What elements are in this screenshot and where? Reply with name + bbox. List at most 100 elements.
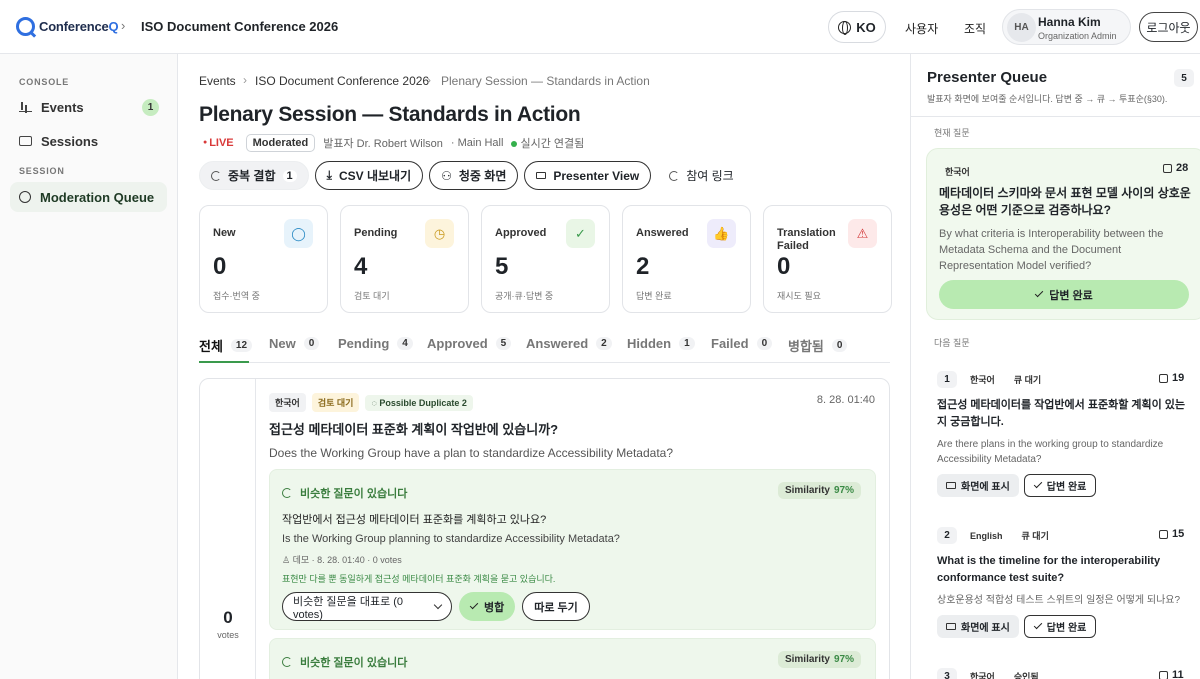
- logo[interactable]: ConferenceQ: [16, 17, 119, 36]
- chat-icon: ◯: [284, 219, 313, 248]
- language-tag: English: [970, 530, 1003, 541]
- keep-separate-button[interactable]: 따로 두기: [522, 592, 590, 621]
- tab-count: 0: [303, 337, 320, 350]
- tab-0[interactable]: 전체 12: [199, 336, 253, 355]
- presenter-name: 발표자 Dr. Robert Wilson: [323, 138, 443, 150]
- stat-card-approved[interactable]: Approved ✓ 5 공개·큐·답변 중: [481, 205, 610, 313]
- question-time: 8. 28. 01:40: [816, 394, 875, 406]
- duplicate-icon: [282, 488, 292, 498]
- status-tag: 승인됨: [1013, 672, 1039, 679]
- status-dot-icon: [511, 141, 518, 147]
- chevron-right-icon: ›: [243, 73, 247, 87]
- top-bar: ConferenceQ › ISO Document Conference 20…: [0, 0, 1200, 54]
- question-card[interactable]: 0 votes 한국어 검토 대기 ◌ Possible Duplicate 2…: [199, 378, 890, 679]
- tab-1[interactable]: New 0: [269, 336, 320, 351]
- language-button[interactable]: KO: [828, 11, 886, 43]
- vote-count: 0: [223, 608, 233, 627]
- tab-6[interactable]: Failed 0: [711, 336, 773, 351]
- thumbs-up-icon: 👍: [707, 219, 736, 248]
- tab-label: 전체: [199, 339, 223, 354]
- language-tag: 한국어: [945, 167, 970, 177]
- similar-heading: 비슷한 질문이 있습니다: [300, 657, 408, 669]
- stat-sub: 답변 완료: [636, 291, 672, 301]
- sidebar-section-session: SESSION: [19, 166, 65, 176]
- breadcrumb-events[interactable]: Events: [199, 74, 236, 88]
- tab-label: Answered: [526, 336, 589, 351]
- mode-badge: Moderated: [245, 134, 316, 152]
- thumbs-up-icon: [1159, 529, 1168, 539]
- language-tag: 한국어: [269, 393, 306, 412]
- sidebar-item-sessions[interactable]: Sessions: [10, 126, 167, 156]
- language-tag: 한국어: [970, 672, 995, 679]
- vote-label: votes: [217, 630, 239, 640]
- status-tag: 큐 대기: [1013, 375, 1042, 385]
- tab-label: 병합됨: [788, 339, 824, 354]
- stat-card-new[interactable]: New ◯ 0 접수·번역 중: [199, 205, 328, 313]
- show-on-screen-button[interactable]: 화면에 표시: [937, 474, 1019, 497]
- stat-value: 4: [354, 253, 368, 280]
- tab-4[interactable]: Answered 2: [526, 336, 612, 351]
- stat-sub: 공개·큐·답변 중: [495, 291, 554, 301]
- representative-select[interactable]: 비슷한 질문을 대표로 (0 votes): [282, 592, 452, 621]
- mark-answered-button[interactable]: 답변 완료: [1023, 474, 1097, 497]
- tab-count: 1: [679, 337, 695, 350]
- stat-label: Answered: [636, 227, 689, 239]
- user-menu[interactable]: HA Hanna Kim Organization Admin: [1002, 9, 1131, 45]
- join-link-button[interactable]: 참여 링크: [657, 161, 746, 190]
- current-question-card: 한국어 28 메타데이터 스키마와 문서 표현 모델 사이의 상호운용성은 어떤…: [926, 148, 1200, 320]
- monitor-icon: [946, 482, 956, 489]
- merge-button[interactable]: 병합: [459, 592, 516, 621]
- monitor-icon: [946, 623, 956, 630]
- question-text-ko: 접근성 메타데이터 표준화 계획이 작업반에 있습니까?: [269, 422, 559, 437]
- conference-title[interactable]: ISO Document Conference 2026: [141, 19, 338, 34]
- stat-value: 0: [777, 253, 791, 280]
- monitor-icon: [536, 172, 547, 179]
- like-count: 28: [1163, 162, 1188, 174]
- nav-organization[interactable]: 조직: [964, 20, 986, 37]
- chevron-right-icon: ›: [121, 18, 126, 33]
- download-icon: ⤓: [326, 168, 332, 182]
- stat-card-answered[interactable]: Answered 👍 2 답변 완료: [622, 205, 751, 313]
- nav-users[interactable]: 사용자: [905, 20, 938, 37]
- mark-answered-button[interactable]: 답변 완료: [1023, 615, 1097, 638]
- tab-count: 0: [756, 337, 773, 350]
- thumbs-up-icon: [1159, 373, 1168, 383]
- sidebar-section-console: CONSOLE: [19, 77, 70, 87]
- queue-item-subtitle: 상호운용성 적합성 테스트 스위트의 일정은 어떻게 되나요?: [937, 595, 1181, 606]
- tab-label: Hidden: [627, 336, 672, 351]
- breadcrumb-conference[interactable]: ISO Document Conference 2026: [255, 74, 429, 88]
- stat-label: Approved: [495, 227, 547, 239]
- similar-heading: 비슷한 질문이 있습니다: [300, 488, 408, 500]
- logout-button[interactable]: 로그아웃: [1139, 12, 1198, 42]
- queue-item-subtitle: Are there plans in the working group to …: [937, 439, 1164, 465]
- link-icon: [669, 170, 680, 181]
- stat-label: New: [213, 227, 236, 239]
- sidebar-item-events[interactable]: Events 1: [10, 92, 167, 122]
- tab-3[interactable]: Approved 5: [427, 336, 512, 351]
- chevron-down-icon: [433, 600, 443, 610]
- queue-item: 3 한국어 승인됨 11: [937, 667, 1189, 679]
- audience-screen-button[interactable]: ⚇ 청중 화면: [429, 161, 519, 190]
- sidebar: CONSOLE Events 1 Sessions SESSION Modera…: [0, 54, 178, 679]
- show-on-screen-button[interactable]: 화면에 표시: [937, 615, 1019, 638]
- similar-question-panel-2: 비슷한 질문이 있습니다 Similarity 97%: [269, 638, 876, 679]
- tab-count: 5: [495, 337, 512, 350]
- stat-card-translation-failed[interactable]: Translation Failed ⚠ 0 재시도 필요: [763, 205, 892, 313]
- queue-item-title: 접근성 메타데이터를 작업반에서 표준화할 계획이 있는지 궁금합니다.: [937, 399, 1186, 428]
- mark-answered-button[interactable]: 답변 완료: [939, 280, 1189, 309]
- thumbs-up-icon: [1163, 163, 1172, 173]
- merge-duplicates-button[interactable]: 중복 결합 1: [199, 161, 309, 190]
- tab-label: Failed: [711, 336, 749, 351]
- stat-label: Translation Failed: [777, 227, 836, 252]
- sidebar-item-moderation-queue[interactable]: Moderation Queue: [10, 182, 167, 212]
- stat-card-pending[interactable]: Pending ◷ 4 검토 대기: [340, 205, 469, 313]
- tab-2[interactable]: Pending 4: [338, 336, 413, 351]
- tab-7[interactable]: 병합됨 0: [788, 336, 848, 355]
- current-question-label: 현재 질문: [934, 128, 970, 138]
- page-title: Plenary Session — Standards in Action: [199, 103, 581, 126]
- connection-status: 실시간 연결됨: [511, 135, 584, 151]
- presenter-view-button[interactable]: Presenter View: [524, 161, 652, 190]
- csv-export-button[interactable]: ⤓ CSV 내보내기: [314, 161, 424, 190]
- merge-icon: [211, 170, 221, 181]
- tab-5[interactable]: Hidden 1: [627, 336, 695, 351]
